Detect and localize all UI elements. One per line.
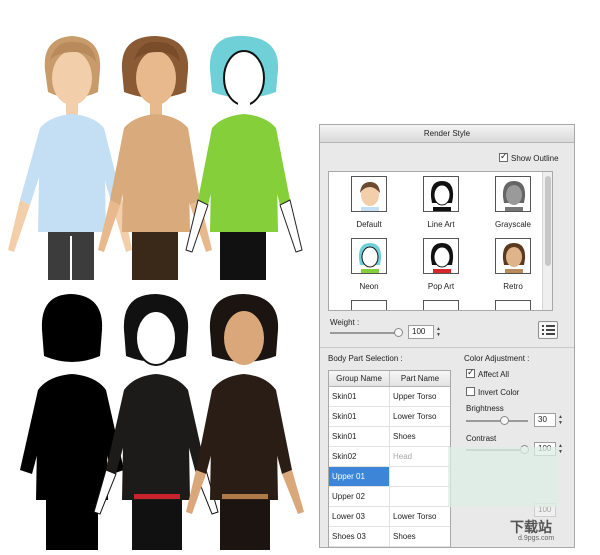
grayscale-style-thumb[interactable] bbox=[495, 176, 531, 212]
weight-input[interactable]: 100 ▲ ▼ bbox=[408, 325, 441, 339]
style-label: Retro bbox=[503, 282, 523, 291]
style-row-partial bbox=[483, 300, 543, 310]
style-pop-art[interactable]: Pop Art bbox=[411, 238, 471, 291]
partial-style-thumb bbox=[495, 300, 531, 310]
group-cell: Skin01 bbox=[329, 387, 390, 406]
table-row-selected[interactable]: Upper 01 bbox=[329, 467, 450, 487]
brightness-label: Brightness bbox=[466, 404, 504, 413]
character-illustrations bbox=[0, 0, 320, 550]
partial-style-thumb bbox=[351, 300, 387, 310]
table-row[interactable]: Upper 02 bbox=[329, 487, 450, 507]
show-outline-check-icon[interactable] bbox=[499, 151, 508, 162]
table-row[interactable]: Shoes 03 Shoes bbox=[329, 527, 450, 547]
style-row-partial bbox=[339, 300, 399, 310]
partial-style-thumb bbox=[423, 300, 459, 310]
brightness-spin-icon[interactable]: ▲ ▼ bbox=[556, 414, 565, 428]
show-outline-checkbox[interactable]: Show Outline bbox=[499, 151, 559, 163]
invert-color-label: Invert Color bbox=[478, 388, 520, 397]
part-cell: Upper Torso bbox=[393, 392, 437, 401]
group-cell: Upper 02 bbox=[329, 487, 390, 506]
style-label: Neon bbox=[359, 282, 379, 291]
weight-value: 100 bbox=[412, 327, 426, 336]
part-cell bbox=[390, 467, 450, 486]
style-label: Pop Art bbox=[427, 282, 455, 291]
character-silhouette bbox=[20, 294, 124, 550]
style-label: Default bbox=[356, 220, 382, 229]
section-divider bbox=[320, 347, 574, 348]
list-view-button[interactable] bbox=[538, 321, 558, 339]
part-cell: Lower Torso bbox=[393, 412, 437, 421]
brightness-slider-track[interactable] bbox=[466, 420, 528, 422]
group-cell: Skin01 bbox=[329, 427, 390, 446]
table-row[interactable]: Lower 03 Lower Torso bbox=[329, 507, 450, 527]
affect-all-label: Affect All bbox=[478, 370, 509, 379]
style-retro[interactable]: Retro bbox=[483, 238, 543, 291]
invert-color-check-icon[interactable] bbox=[466, 387, 475, 396]
watermark-overlay bbox=[448, 447, 558, 507]
show-outline-label: Show Outline bbox=[511, 154, 559, 163]
invert-color-checkbox[interactable]: Invert Color bbox=[466, 387, 519, 397]
style-grayscale[interactable]: Grayscale bbox=[483, 176, 543, 229]
gallery-scrollbar-thumb[interactable] bbox=[545, 176, 551, 266]
weight-slider-track[interactable] bbox=[330, 332, 402, 334]
style-label: Grayscale bbox=[494, 220, 531, 229]
list-icon bbox=[542, 325, 555, 335]
character-retro bbox=[186, 294, 304, 550]
render-style-panel: Render Style Show Outline Default Line A… bbox=[319, 124, 575, 548]
style-line-art[interactable]: Line Art bbox=[411, 176, 471, 229]
table-row[interactable]: Skin01 Upper Torso bbox=[329, 387, 450, 407]
column-part-name[interactable]: Part Name bbox=[390, 371, 450, 386]
part-cell: Head bbox=[393, 452, 413, 461]
panel-title: Render Style bbox=[320, 125, 574, 143]
part-cell: Lower Torso bbox=[393, 512, 437, 521]
brightness-value: 30 bbox=[538, 415, 547, 424]
watermark-text: 下载站 bbox=[510, 519, 552, 535]
part-cell bbox=[390, 487, 450, 506]
gallery-scrollbar[interactable] bbox=[542, 172, 552, 310]
brightness-input[interactable]: 30 ▲ ▼ bbox=[534, 413, 563, 427]
retro-style-thumb[interactable] bbox=[495, 238, 531, 274]
style-neon[interactable]: Neon bbox=[339, 238, 399, 291]
character-default bbox=[8, 36, 132, 280]
line-art-style-thumb[interactable] bbox=[423, 176, 459, 212]
color-adjustment-label: Color Adjustment : bbox=[464, 354, 530, 363]
part-cell: Shoes bbox=[393, 532, 416, 541]
style-default[interactable]: Default bbox=[339, 176, 399, 229]
body-part-label: Body Part Selection : bbox=[328, 354, 403, 363]
brightness-slider-knob[interactable] bbox=[500, 416, 509, 425]
pop-art-style-thumb[interactable] bbox=[423, 238, 459, 274]
weight-label: Weight : bbox=[330, 318, 360, 327]
affect-all-checkbox[interactable]: Affect All bbox=[466, 367, 509, 379]
group-cell: Skin01 bbox=[329, 407, 390, 426]
body-part-table: Group Name Part Name Skin01 Upper Torso S… bbox=[328, 370, 451, 548]
style-label: Line Art bbox=[427, 220, 455, 229]
affect-all-check-icon[interactable] bbox=[466, 367, 475, 378]
table-row[interactable]: Skin01 Lower Torso bbox=[329, 407, 450, 427]
group-cell: Skin02 bbox=[329, 447, 390, 466]
table-row[interactable]: Skin01 Shoes bbox=[329, 427, 450, 447]
group-cell: Upper 01 bbox=[329, 467, 390, 486]
part-cell: Shoes bbox=[393, 432, 416, 441]
watermark-logo: 下载站 bbox=[510, 517, 552, 537]
table-row[interactable]: Skin02 Head bbox=[329, 447, 450, 467]
weight-spin-icon[interactable]: ▲ ▼ bbox=[434, 326, 443, 340]
group-cell: Shoes 03 bbox=[329, 527, 390, 546]
table-header: Group Name Part Name bbox=[329, 371, 450, 387]
contrast-label: Contrast bbox=[466, 434, 497, 443]
group-cell: Lower 03 bbox=[329, 507, 390, 526]
neon-style-thumb[interactable] bbox=[351, 238, 387, 274]
default-style-thumb[interactable] bbox=[351, 176, 387, 212]
style-row-partial bbox=[411, 300, 471, 310]
column-group-name[interactable]: Group Name bbox=[329, 371, 390, 386]
weight-slider-knob[interactable] bbox=[394, 328, 403, 337]
watermark-url: d.9pgs.com bbox=[518, 535, 555, 542]
render-style-gallery: Default Line Art Grayscale Neon Pop Art bbox=[328, 171, 553, 311]
